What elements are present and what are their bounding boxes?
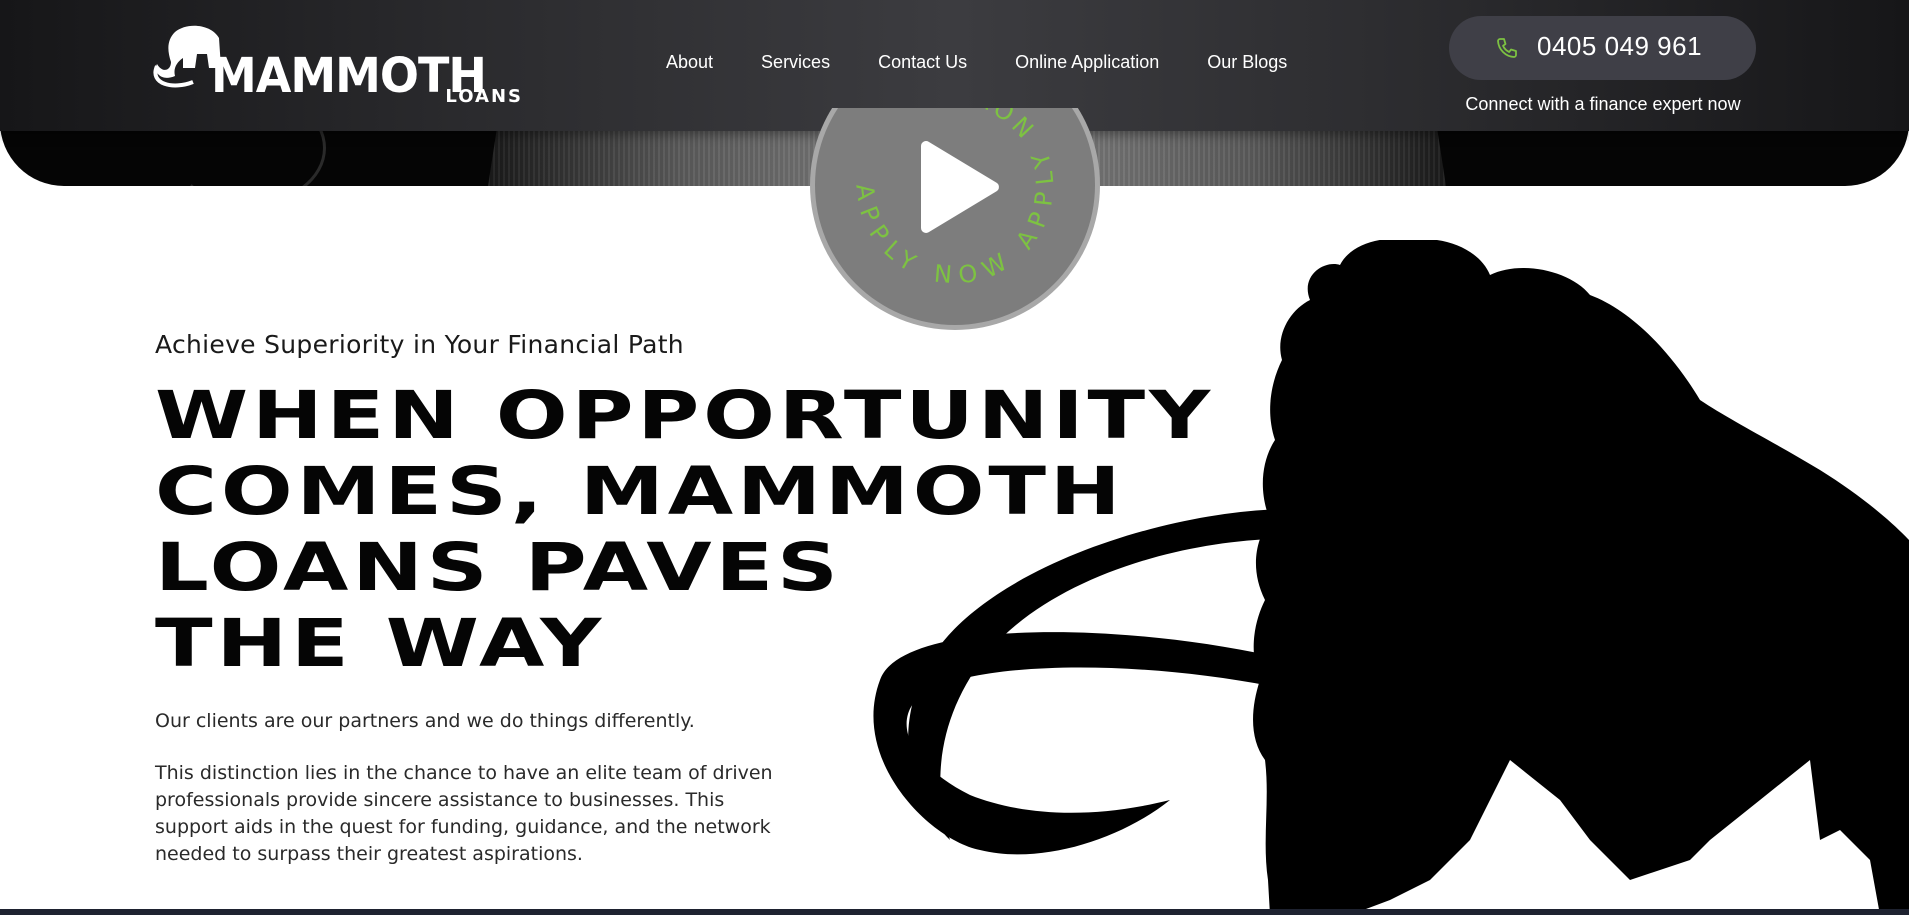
nav-about[interactable]: About [666, 52, 713, 80]
next-section-edge [0, 909, 1909, 915]
main-nav: About Services Contact Us Online Applica… [666, 52, 1335, 80]
phone-number: 0405 049 961 [1537, 31, 1703, 61]
nav-our-blogs[interactable]: Our Blogs [1207, 52, 1287, 80]
hero-eyebrow: Achieve Superiority in Your Financial Pa… [155, 330, 684, 359]
nav-contact-us[interactable]: Contact Us [878, 52, 967, 80]
hero-headline-line-1: WHEN OPPORTUNITY [155, 377, 1215, 454]
site-logo[interactable]: MAMMOTH LOANS [153, 24, 523, 109]
phone-call-button[interactable]: 0405 049 961 [1449, 16, 1756, 80]
hero-lead-text: Our clients are our partners and we do t… [155, 710, 695, 732]
nav-services[interactable]: Services [761, 52, 830, 80]
hero-headline-line-4: THE WAY [155, 605, 606, 682]
contact-tagline: Connect with a finance expert now [1465, 94, 1741, 114]
hero-headline: WHEN OPPORTUNITY COMES, MAMMOTH LOANS PA… [155, 378, 1255, 682]
hero-headline-line-3: LOANS PAVES [155, 529, 842, 606]
hero-body-text: This distinction lies in the chance to h… [155, 762, 773, 865]
phone-icon [1497, 38, 1517, 58]
logo-subtitle: LOANS [445, 86, 523, 107]
hero-headline-line-2: COMES, MAMMOTH [155, 453, 1125, 530]
nav-online-application[interactable]: Online Application [1015, 52, 1159, 80]
